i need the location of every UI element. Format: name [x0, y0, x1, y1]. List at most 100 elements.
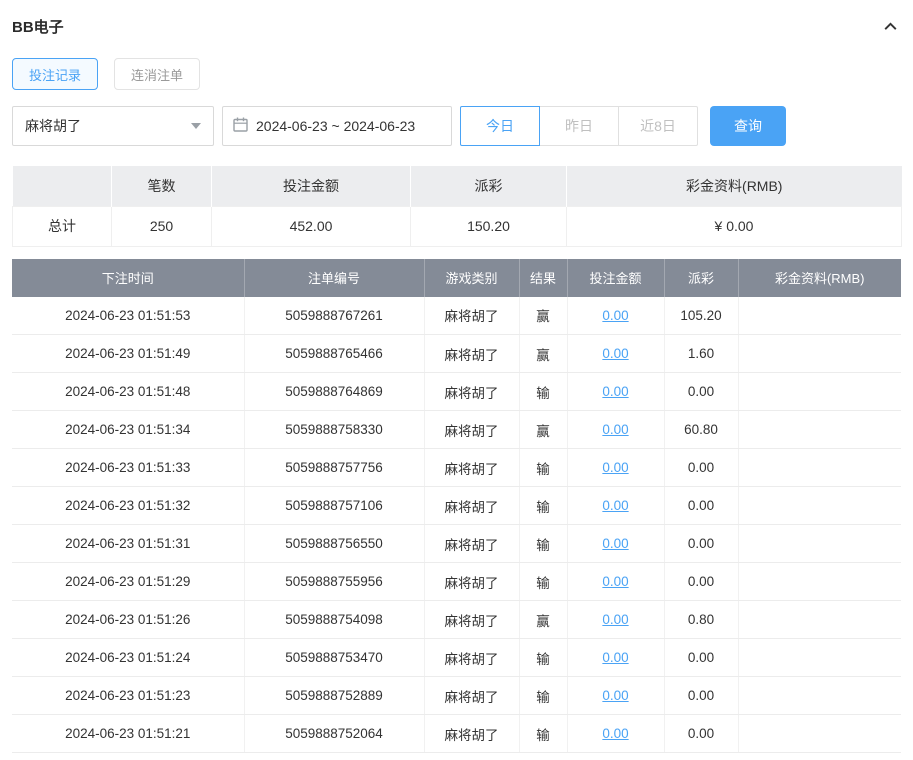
- cell-result: 输: [519, 638, 568, 677]
- cell-game-type: 麻将胡了: [424, 638, 520, 677]
- summary-total-count: 250: [111, 205, 212, 247]
- table-row: 2024-06-23 01:51:32 5059888757106 麻将胡了 输…: [12, 486, 901, 525]
- bet-amount-link[interactable]: 0.00: [602, 422, 628, 437]
- cell-order-id: 5059888756550: [244, 524, 425, 563]
- cell-bet-time: 2024-06-23 01:51:49: [12, 334, 245, 373]
- quick-btn-yesterday[interactable]: 昨日: [539, 106, 619, 146]
- cell-bonus: [738, 600, 901, 639]
- cell-result: 输: [519, 524, 568, 563]
- cell-result: 输: [519, 372, 568, 411]
- cell-bet-time: 2024-06-23 01:51:53: [12, 296, 245, 335]
- cell-bet-amount: 0.00: [567, 372, 665, 411]
- cell-payout: 60.80: [664, 410, 739, 449]
- summary-total-row: 总计 250 452.00 150.20 ¥ 0.00: [12, 205, 902, 247]
- bet-amount-link[interactable]: 0.00: [602, 346, 628, 361]
- cell-bet-amount: 0.00: [567, 638, 665, 677]
- table-row: 2024-06-23 01:51:49 5059888765466 麻将胡了 赢…: [12, 334, 901, 373]
- cell-payout: 0.00: [664, 714, 739, 753]
- cell-bet-amount: 0.00: [567, 410, 665, 449]
- cell-bonus: [738, 334, 901, 373]
- cell-bet-amount: 0.00: [567, 524, 665, 563]
- table-row: 2024-06-23 01:51:26 5059888754098 麻将胡了 赢…: [12, 600, 901, 639]
- cell-bonus: [738, 448, 901, 487]
- cell-order-id: 5059888765466: [244, 334, 425, 373]
- cell-bonus: [738, 638, 901, 677]
- cell-bet-amount: 0.00: [567, 676, 665, 715]
- bet-amount-link[interactable]: 0.00: [602, 308, 628, 323]
- cell-payout: 0.00: [664, 372, 739, 411]
- cell-bet-time: 2024-06-23 01:51:33: [12, 448, 245, 487]
- summary-header-payout: 派彩: [410, 166, 567, 206]
- bet-amount-link[interactable]: 0.00: [602, 460, 628, 475]
- bet-amount-link[interactable]: 0.00: [602, 688, 628, 703]
- bet-amount-link[interactable]: 0.00: [602, 384, 628, 399]
- cell-bet-time: 2024-06-23 01:51:23: [12, 676, 245, 715]
- cell-game-type: 麻将胡了: [424, 410, 520, 449]
- cell-result: 赢: [519, 334, 568, 373]
- cell-bet-time: 2024-06-23 01:51:32: [12, 486, 245, 525]
- cell-game-type: 麻将胡了: [424, 448, 520, 487]
- cell-result: 输: [519, 486, 568, 525]
- cell-bonus: [738, 486, 901, 525]
- quick-btn-today[interactable]: 今日: [460, 106, 540, 146]
- cell-bonus: [738, 296, 901, 335]
- cell-bet-amount: 0.00: [567, 296, 665, 335]
- cell-payout: 105.20: [664, 296, 739, 335]
- date-range-input[interactable]: 2024-06-23 ~ 2024-06-23: [222, 106, 452, 146]
- cell-game-type: 麻将胡了: [424, 334, 520, 373]
- betting-records-panel: BB电子 投注记录 连消注单 麻将胡了 2024-06-23 ~ 2024-06…: [0, 0, 913, 753]
- table-row: 2024-06-23 01:51:31 5059888756550 麻将胡了 输…: [12, 524, 901, 563]
- cell-bet-amount: 0.00: [567, 562, 665, 601]
- cell-order-id: 5059888752064: [244, 714, 425, 753]
- cell-bonus: [738, 410, 901, 449]
- records-body: 2024-06-23 01:51:53 5059888767261 麻将胡了 赢…: [12, 296, 901, 753]
- bet-amount-link[interactable]: 0.00: [602, 650, 628, 665]
- bet-amount-link[interactable]: 0.00: [602, 612, 628, 627]
- cell-order-id: 5059888755956: [244, 562, 425, 601]
- header-order-id: 注单编号: [244, 258, 425, 297]
- cell-bet-time: 2024-06-23 01:51:31: [12, 524, 245, 563]
- table-row: 2024-06-23 01:51:24 5059888753470 麻将胡了 输…: [12, 638, 901, 677]
- tab-cancelled-orders[interactable]: 连消注单: [114, 58, 201, 90]
- cell-payout: 0.00: [664, 486, 739, 525]
- cell-bet-time: 2024-06-23 01:51:29: [12, 562, 245, 601]
- header-payout: 派彩: [664, 258, 739, 297]
- quick-btn-last-8-days[interactable]: 近8日: [618, 106, 698, 146]
- cell-bonus: [738, 562, 901, 601]
- cell-result: 输: [519, 448, 568, 487]
- search-button[interactable]: 查询: [710, 106, 786, 146]
- cell-payout: 0.00: [664, 562, 739, 601]
- bet-amount-link[interactable]: 0.00: [602, 574, 628, 589]
- cell-bonus: [738, 676, 901, 715]
- bet-amount-link[interactable]: 0.00: [602, 498, 628, 513]
- summary-total-bet-amount: 452.00: [211, 205, 411, 247]
- chevron-down-icon: [191, 123, 201, 129]
- panel-header: BB电子: [12, 12, 901, 40]
- cell-bet-time: 2024-06-23 01:51:26: [12, 600, 245, 639]
- game-select-value: 麻将胡了: [25, 118, 81, 134]
- cell-result: 赢: [519, 600, 568, 639]
- cell-order-id: 5059888764869: [244, 372, 425, 411]
- header-bet-amount: 投注金额: [567, 258, 665, 297]
- cell-game-type: 麻将胡了: [424, 296, 520, 335]
- header-game-type: 游戏类别: [424, 258, 520, 297]
- summary-header-bet-amount: 投注金额: [211, 166, 411, 206]
- cell-order-id: 5059888767261: [244, 296, 425, 335]
- bet-amount-link[interactable]: 0.00: [602, 726, 628, 741]
- header-bonus: 彩金资料(RMB): [738, 258, 901, 297]
- cell-game-type: 麻将胡了: [424, 524, 520, 563]
- cell-bet-time: 2024-06-23 01:51:48: [12, 372, 245, 411]
- chevron-up-icon: [882, 21, 899, 38]
- table-row: 2024-06-23 01:51:48 5059888764869 麻将胡了 输…: [12, 372, 901, 411]
- cell-game-type: 麻将胡了: [424, 562, 520, 601]
- cell-payout: 0.00: [664, 448, 739, 487]
- cell-bonus: [738, 524, 901, 563]
- summary-header-row: 笔数 投注金额 派彩 彩金资料(RMB): [12, 166, 902, 206]
- records-table: 下注时间 注单编号 游戏类别 结果 投注金额 派彩 彩金资料(RMB) 2024…: [12, 258, 901, 753]
- game-select[interactable]: 麻将胡了: [12, 106, 214, 146]
- collapse-panel-button[interactable]: [880, 16, 901, 37]
- bet-amount-link[interactable]: 0.00: [602, 536, 628, 551]
- tab-betting-records[interactable]: 投注记录: [12, 58, 99, 90]
- summary-header-empty: [12, 166, 112, 206]
- cell-bet-time: 2024-06-23 01:51:24: [12, 638, 245, 677]
